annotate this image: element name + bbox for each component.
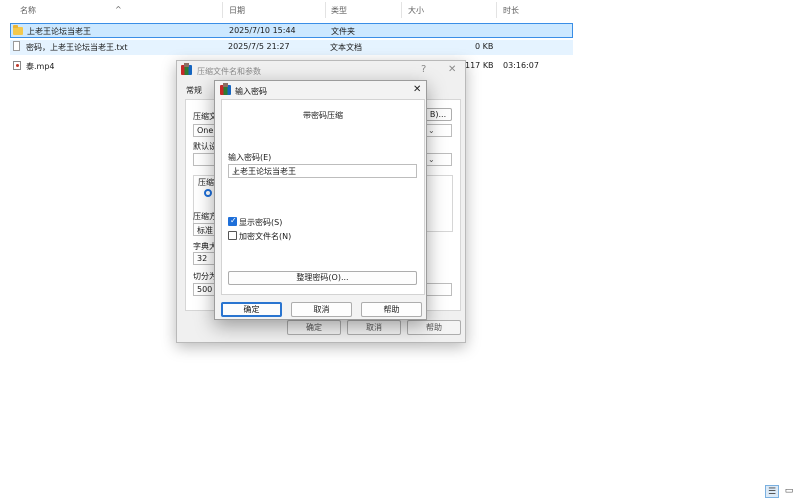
file-size: 117 KB (465, 61, 494, 70)
close-icon[interactable]: ✕ (413, 84, 421, 95)
column-header-duration[interactable]: 时长 (503, 5, 519, 16)
organize-passwords-button[interactable]: 整理密码(O)... (228, 271, 417, 285)
file-date: 2025/7/10 15:44 (229, 26, 296, 35)
file-row-folder[interactable]: 上老王论坛当老王 2025/7/10 15:44 文件夹 (10, 23, 573, 38)
column-header-date[interactable]: 日期 (229, 5, 245, 16)
cancel-button[interactable]: 取消 (347, 320, 401, 335)
chevron-down-icon[interactable]: ⌄ (232, 166, 414, 175)
help-button[interactable]: 帮助 (407, 320, 461, 335)
folder-icon (13, 25, 23, 35)
winrar-icon (220, 83, 231, 95)
method-value: 标准 (197, 226, 213, 235)
tiles-view-icon[interactable]: ▭ (782, 485, 796, 498)
split-unit-dropdown[interactable] (424, 283, 452, 296)
dictionary-value: 32 (197, 254, 208, 263)
dialog-title-bar[interactable]: 输入密码 ✕ (215, 81, 426, 99)
encrypt-filenames-label[interactable]: 加密文件名(N) (239, 231, 291, 242)
password-dialog: 输入密码 ✕ 带密码压缩 输入密码(E) 上老王论坛当老王 ⌄ 显示密码(S) … (214, 80, 427, 320)
column-header-size[interactable]: 大小 (408, 5, 424, 16)
dialog-heading: 带密码压缩 (303, 111, 343, 120)
dialog-title: 压缩文件名和参数 (197, 67, 261, 76)
options-dropdown[interactable]: ⌄ (424, 153, 452, 166)
format-radio[interactable] (204, 189, 212, 197)
column-header-name[interactable]: 名称 (20, 5, 36, 16)
chevron-down-icon: ⌄ (428, 155, 435, 164)
file-size: 0 KB (475, 42, 494, 51)
close-icon[interactable]: ✕ (448, 64, 456, 75)
password-input[interactable]: 上老王论坛当老王 ⌄ (228, 164, 417, 178)
column-divider[interactable] (222, 2, 223, 18)
password-label: 输入密码(E) (228, 153, 272, 162)
column-divider[interactable] (325, 2, 326, 18)
browse-button[interactable]: B)... (424, 108, 452, 121)
help-icon[interactable]: ? (421, 64, 426, 75)
file-row-text[interactable]: 密码，上老王论坛当老王.txt 2025/7/5 21:27 文本文档 0 KB (10, 40, 573, 55)
dialog-title-bar[interactable]: 压缩文件名和参数 ? ✕ (177, 61, 465, 79)
column-divider[interactable] (496, 2, 497, 18)
show-password-checkbox[interactable] (228, 216, 237, 226)
show-password-label[interactable]: 显示密码(S) (239, 217, 282, 228)
ok-button[interactable]: 确定 (287, 320, 341, 335)
tab-general[interactable]: 常规 (186, 85, 202, 96)
dialog-title: 输入密码 (235, 87, 267, 96)
column-header-bar: ^ 名称 日期 类型 大小 时长 (0, 0, 800, 20)
file-name: 上老王论坛当老王 (27, 27, 91, 36)
column-divider[interactable] (401, 2, 402, 18)
file-date: 2025/7/5 21:27 (228, 42, 290, 51)
video-file-icon (13, 61, 21, 70)
file-duration: 03:16:07 (503, 61, 539, 70)
file-type: 文本文档 (330, 43, 362, 52)
winrar-icon (181, 63, 192, 75)
update-mode-dropdown[interactable]: ⌄ (424, 124, 452, 137)
file-type: 文件夹 (331, 27, 355, 36)
chevron-down-icon: ⌄ (428, 126, 435, 135)
file-name: 密码，上老王论坛当老王.txt (26, 43, 128, 52)
file-name: 泰.mp4 (26, 62, 55, 71)
split-size-value: 500 (197, 285, 213, 294)
ok-button[interactable]: 确定 (221, 302, 282, 317)
details-view-icon[interactable]: ☰ (765, 485, 779, 498)
text-file-icon (13, 41, 20, 51)
column-header-type[interactable]: 类型 (331, 5, 347, 16)
password-panel: 带密码压缩 输入密码(E) 上老王论坛当老王 ⌄ 显示密码(S) 加密文件名(N… (221, 99, 425, 295)
encrypt-filenames-checkbox[interactable] (228, 231, 237, 240)
cancel-button[interactable]: 取消 (291, 302, 352, 317)
sort-caret-icon: ^ (115, 5, 122, 14)
help-button[interactable]: 帮助 (361, 302, 422, 317)
